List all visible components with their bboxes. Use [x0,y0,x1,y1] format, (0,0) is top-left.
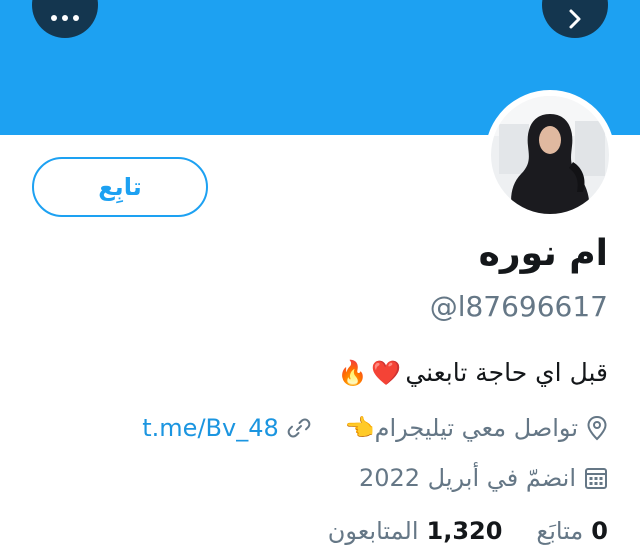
location-text: تواصل معي تيليجرام👈 [344,414,578,442]
location-pin-icon [587,415,607,441]
following-stat[interactable]: 0 متابَع [536,517,608,545]
following-count: 0 [591,517,608,545]
ellipsis-icon [51,15,79,21]
profile-avatar[interactable] [485,90,615,220]
display-name: ام نوره [478,233,608,274]
joined-date-text: انضمّ في أبريل 2022 [358,464,576,492]
followers-count: 1,320 [426,517,503,545]
website-link[interactable]: t.me/Bv_48 [142,414,278,442]
followers-label: المتابعون [327,517,419,545]
profile-meta: تواصل معي تيليجرام👈 t.me/Bv_48 [142,410,608,446]
profile-website[interactable]: t.me/Bv_48 [142,414,311,442]
profile-stats: 0 متابَع 1,320 المتابعون [328,517,608,545]
profile-location: تواصل معي تيليجرام👈 [345,414,608,442]
chevron-right-icon [569,9,581,29]
bio-text: قبل اي حاجة تابعني [405,358,608,387]
following-label: متابَع [536,517,584,545]
fire-emoji: 🔥 [337,358,368,387]
profile-bio: قبل اي حاجة تابعني ❤️ 🔥 [338,358,608,387]
follow-button[interactable]: تابِع [32,157,208,217]
followers-stat[interactable]: 1,320 المتابعون [328,517,503,545]
avatar-photo [491,96,609,214]
calendar-icon [585,468,607,489]
heart-emoji: ❤️ [371,358,402,387]
link-icon [287,418,311,438]
username-handle: @l87696617 [429,290,608,323]
profile-joined: انضمّ في أبريل 2022 [359,460,608,496]
